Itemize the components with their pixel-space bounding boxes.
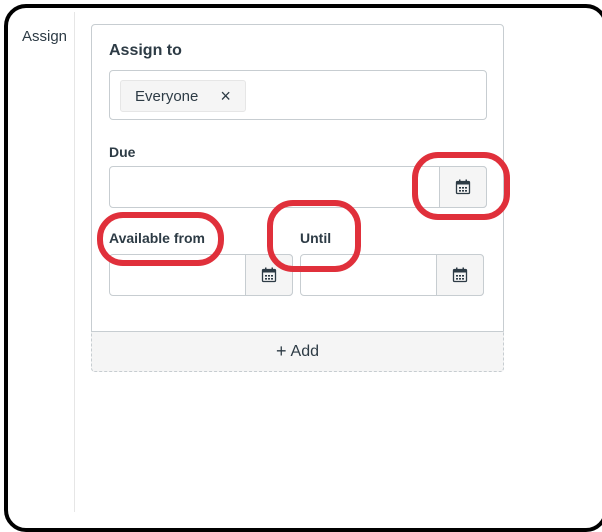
add-label: Add <box>290 342 319 360</box>
calendar-icon <box>452 267 468 283</box>
left-column <box>12 12 75 512</box>
assignee-tag-label: Everyone <box>135 87 199 105</box>
due-label: Due <box>109 144 136 160</box>
section-label: Assign <box>22 28 68 45</box>
annotation-circle-due-calendar <box>412 152 510 220</box>
annotation-circle-until <box>267 200 361 272</box>
assign-to-input[interactable]: Everyone × <box>109 70 487 120</box>
calendar-icon <box>261 267 277 283</box>
until-calendar-button[interactable] <box>436 254 484 296</box>
add-assignment-button[interactable]: + Add <box>91 331 504 372</box>
annotation-circle-available-from <box>97 212 224 266</box>
close-icon[interactable]: × <box>220 87 231 105</box>
plus-icon: + <box>276 341 287 361</box>
assign-to-title: Assign to <box>109 42 182 59</box>
assignee-tag-everyone: Everyone × <box>120 80 246 112</box>
